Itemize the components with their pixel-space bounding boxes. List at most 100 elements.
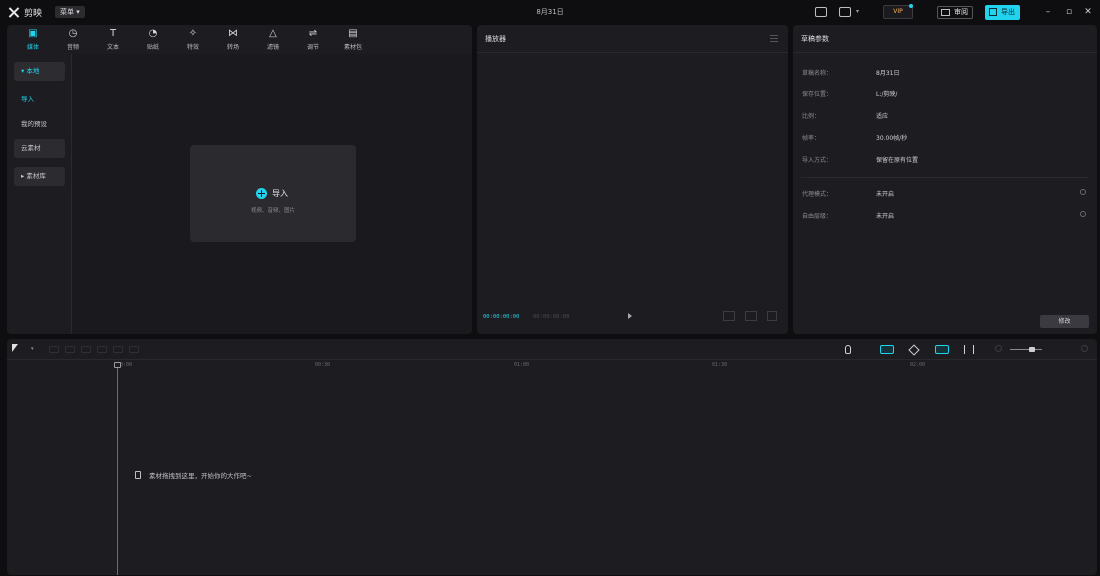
zoom-slider[interactable]	[1010, 349, 1042, 350]
tab-adjust[interactable]: ⇌ 调节	[293, 25, 333, 54]
capcut-logo-icon	[8, 7, 20, 18]
layout-icon[interactable]	[815, 7, 827, 17]
tab-sticker[interactable]: ◔ 贴纸	[133, 25, 173, 54]
property-row: 比例： 适应	[802, 111, 1092, 123]
crop-icon[interactable]	[723, 311, 735, 321]
sidebar-item-3[interactable]: 云素材	[14, 139, 65, 158]
export-icon	[989, 8, 997, 16]
zoom-slider-handle[interactable]	[1029, 347, 1035, 352]
tab-media[interactable]: ▣ 媒体	[13, 25, 53, 54]
menu-icon[interactable]	[770, 35, 778, 42]
props-title: 草稿参数	[801, 35, 829, 43]
property-key: 草稿名称：	[802, 70, 833, 77]
modify-button[interactable]: 修改	[1040, 315, 1089, 328]
export-button[interactable]: 导出	[985, 5, 1020, 20]
timecode-current: 00:00:00:00	[483, 314, 520, 320]
property-key: 帧率：	[802, 135, 821, 142]
property-row: 导入方式： 保留在原有位置	[802, 155, 1092, 167]
player-panel: 播放器 00:00:00:00 00:00:00:00	[477, 25, 788, 334]
ruler-tick-label: 01:30	[712, 362, 728, 368]
property-row: 代理模式： 未开启	[802, 189, 1092, 201]
property-key: 导入方式：	[802, 157, 833, 164]
property-key: 自由层级：	[802, 213, 833, 220]
linkage-icon[interactable]	[935, 345, 949, 354]
timeline-drop-hint: 素材拖拽到这里，开始你的大作吧~	[135, 470, 252, 480]
media-icon: ▣	[28, 28, 38, 39]
playhead[interactable]	[117, 362, 118, 575]
info-icon[interactable]	[1080, 189, 1086, 195]
property-value: 未开启	[876, 191, 895, 198]
main-track-magnet-icon[interactable]	[880, 345, 894, 354]
chevron-down-icon[interactable]: ▾	[31, 346, 34, 352]
project-title: 8月31日	[536, 8, 564, 16]
ratio-icon[interactable]	[745, 311, 757, 321]
tab-label: 音频	[66, 44, 79, 51]
sidebar-item-4[interactable]: ▸ 素材库	[14, 167, 65, 186]
sidebar-item-1[interactable]: 导入	[14, 90, 65, 109]
split-icon[interactable]	[81, 346, 91, 353]
clip-icon	[135, 471, 141, 479]
redo-icon[interactable]	[65, 346, 75, 353]
tab-audio[interactable]: ◷ 音频	[53, 25, 93, 54]
tab-label: 滤镜	[266, 44, 279, 51]
tab-transition[interactable]: ⋈ 转场	[213, 25, 253, 54]
text-icon: T	[109, 28, 117, 39]
screen-icon[interactable]	[839, 7, 851, 17]
preview-axis-icon[interactable]	[964, 345, 974, 354]
audio-icon: ◷	[68, 28, 78, 39]
drop-hint-text: 素材拖拽到这里，开始你的大作吧~	[149, 472, 252, 480]
package-icon: ▤	[348, 28, 358, 39]
zoom-in-icon[interactable]	[1081, 345, 1088, 352]
tab-label: 贴纸	[146, 44, 159, 51]
timeline-ruler[interactable]: 00:00 00:30 01:00 01:30 02:00	[7, 360, 1097, 372]
keyframe-icon[interactable]	[908, 344, 920, 356]
zoom-out-icon[interactable]	[995, 345, 1002, 352]
tool-tabs: ▣ 媒体 ◷ 音频 T 文本 ◔ 贴纸 ✧ 特效 ⋈ 转场 △ 滤镜 ⇌ 调节 ▤ 素材包	[7, 25, 472, 54]
minimize-icon[interactable]: –	[1042, 5, 1054, 19]
property-key: 代理模式：	[802, 191, 833, 198]
info-icon[interactable]	[1080, 211, 1086, 217]
chevron-down-icon[interactable]: ▾	[856, 8, 859, 15]
player-title: 播放器	[485, 35, 506, 43]
tab-label: 文本	[106, 44, 119, 51]
sidebar-item-0[interactable]: ▾ 本地	[14, 62, 65, 81]
review-button[interactable]: 审阅	[937, 6, 973, 19]
fullscreen-icon[interactable]	[767, 311, 777, 321]
import-hint: 视频、音频、图片	[250, 208, 295, 214]
tab-text[interactable]: T 文本	[93, 25, 133, 54]
play-icon[interactable]	[628, 313, 632, 319]
property-key: 比例：	[802, 113, 821, 120]
timeline-panel: ▾ 00:00 00:30 01:00 01:30 02:00 素材拖拽到这里，开始你的…	[7, 339, 1097, 575]
maximize-icon[interactable]: ▫	[1063, 5, 1075, 19]
title-bar: 剪映 菜单 ▾ 8月31日 ▾ VIP 审阅 导出 – ▫ ✕	[0, 0, 1100, 24]
tab-filter[interactable]: △ 滤镜	[253, 25, 293, 54]
property-value: 30.00帧/秒	[876, 135, 908, 142]
transition-icon: ⋈	[228, 28, 238, 39]
undo-icon[interactable]	[49, 346, 59, 353]
import-dropzone[interactable]: 导入 视频、音频、图片	[190, 145, 356, 242]
tab-effects[interactable]: ✧ 特效	[173, 25, 213, 54]
ruler-tick-label: 00:30	[315, 362, 331, 368]
tab-label: 素材包	[343, 44, 362, 51]
sidebar-item-2[interactable]: 我的预设	[14, 115, 65, 134]
export-label: 导出	[1001, 8, 1015, 16]
playhead-handle[interactable]	[114, 362, 121, 368]
property-row: 草稿名称： 8月31日	[802, 68, 1092, 80]
ruler-tick-label: 02:00	[910, 362, 926, 368]
delete-icon[interactable]	[129, 346, 139, 353]
property-row: 保存位置： L:/剪映/	[802, 89, 1092, 101]
review-label: 审阅	[954, 8, 968, 16]
select-cursor-icon[interactable]	[12, 344, 20, 354]
draft-properties-panel: 草稿参数 草稿名称： 8月31日保存位置： L:/剪映/比例： 适应帧率： 30.00帧…	[793, 25, 1097, 334]
delete-right-icon[interactable]	[113, 346, 123, 353]
close-icon[interactable]: ✕	[1082, 5, 1094, 19]
menu-button[interactable]: 菜单 ▾	[55, 6, 85, 18]
microphone-icon[interactable]	[845, 345, 851, 354]
tab-label: 转场	[226, 44, 239, 51]
tab-label: 调节	[306, 44, 319, 51]
delete-left-icon[interactable]	[97, 346, 107, 353]
tab-package[interactable]: ▤ 素材包	[333, 25, 373, 54]
adjust-icon: ⇌	[308, 28, 318, 39]
property-value: 8月31日	[876, 70, 900, 77]
review-icon	[941, 9, 950, 16]
